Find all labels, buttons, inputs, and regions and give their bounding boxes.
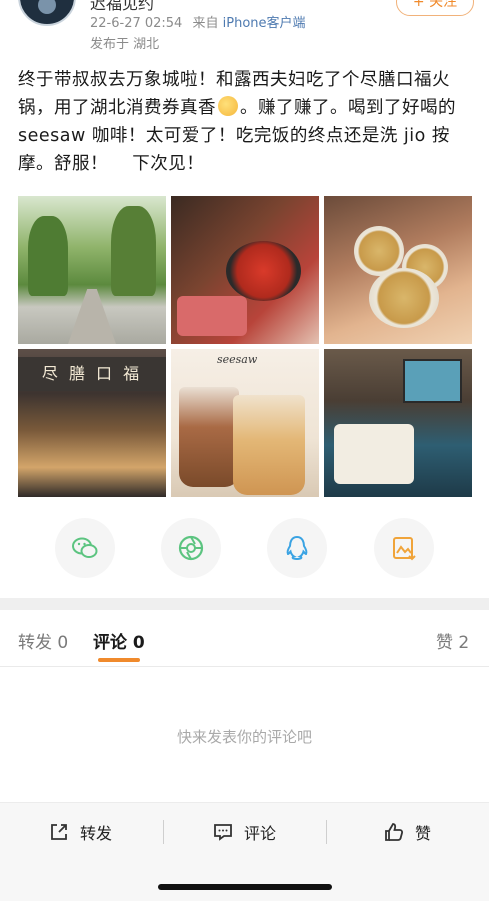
- comment-label: 评论: [244, 824, 277, 843]
- repost-icon: [51, 824, 67, 840]
- source-prefix: 来自: [192, 16, 219, 31]
- post-date: 22-6-27 02:54: [90, 16, 183, 31]
- post-text: 终于带叔叔去万象城啦！和露西夫妇吃了个尽膳口福火锅，用了湖北消费券真香 。赚了赚了…: [18, 66, 474, 178]
- massage-room-photo[interactable]: [324, 349, 472, 497]
- action-separator: [326, 820, 327, 844]
- action-separator: [163, 820, 164, 844]
- like-button[interactable]: 赞: [383, 819, 431, 845]
- share-row: [0, 518, 489, 578]
- post-location: 发布于 湖北: [90, 37, 160, 52]
- section-divider: [0, 598, 489, 610]
- yummy-emoji-icon: [218, 96, 238, 116]
- empty-comments-hint: 快来发表你的评论吧: [176, 728, 312, 746]
- park-path-photo[interactable]: [18, 196, 166, 344]
- share-wechat-button[interactable]: [55, 518, 115, 578]
- moments-icon: [178, 535, 204, 561]
- photo-grid: 尽 膳 口 福 seesaw: [18, 196, 472, 497]
- thumbs-up-icon: [385, 823, 404, 841]
- tab-comment[interactable]: 评论 0: [93, 628, 145, 653]
- wechat-icon: [72, 537, 98, 558]
- like-label: 赞: [415, 824, 432, 843]
- seesaw-brand-text: seesaw: [217, 353, 258, 366]
- qq-icon: [286, 535, 308, 561]
- repost-button[interactable]: 转发: [48, 819, 112, 845]
- restaurant-front-photo[interactable]: 尽 膳 口 福: [18, 349, 166, 497]
- tab-repost[interactable]: 转发 0: [18, 628, 68, 653]
- interaction-tabs: 转发 0 评论 0 赞 2: [0, 611, 489, 667]
- post-meta: 22-6-27 02:54 来自 iPhone客户端: [90, 12, 306, 31]
- save-image-icon: [393, 537, 416, 561]
- home-indicator: [158, 884, 332, 890]
- tab-like[interactable]: 赞 2: [436, 628, 469, 653]
- share-qq-button[interactable]: [267, 518, 327, 578]
- hotpot-photo[interactable]: [171, 196, 319, 344]
- tea-cheers-photo[interactable]: [324, 196, 472, 344]
- active-tab-indicator: [98, 658, 140, 662]
- post-source[interactable]: iPhone客户端: [223, 16, 306, 31]
- comment-icon: [214, 824, 232, 841]
- repost-label: 转发: [80, 824, 113, 843]
- follow-button[interactable]: + 关注: [396, 0, 474, 16]
- seesaw-coffee-photo[interactable]: seesaw: [171, 349, 319, 497]
- share-moments-button[interactable]: [161, 518, 221, 578]
- comment-button[interactable]: 评论: [212, 819, 276, 845]
- restaurant-sign: 尽 膳 口 福: [18, 357, 166, 391]
- avatar[interactable]: [18, 0, 76, 26]
- save-image-button[interactable]: [374, 518, 434, 578]
